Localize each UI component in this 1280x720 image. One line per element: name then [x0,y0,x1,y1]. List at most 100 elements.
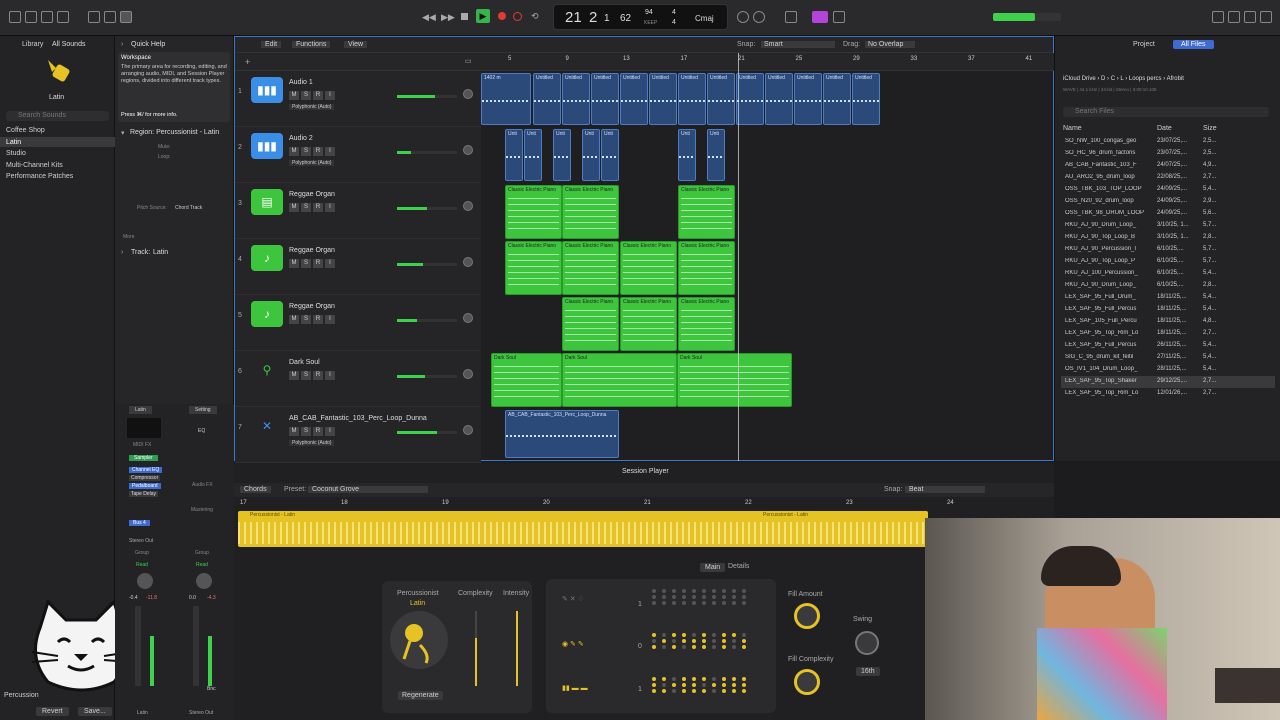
track-name[interactable]: Dark Soul [289,359,320,366]
pattern-step[interactable] [732,645,736,649]
pattern-step[interactable] [662,589,666,593]
strip1-output[interactable]: Stereo Out [129,538,153,544]
mastering-slot[interactable]: Mastering [191,507,213,513]
stop-icon[interactable] [461,13,468,20]
cycle-icon[interactable]: ⟲ [531,11,539,22]
solo-button[interactable]: S [301,371,311,380]
pattern-step[interactable] [702,645,706,649]
library-item-performance-patches[interactable]: Performance Patches [6,173,73,180]
midi-fx-slot[interactable]: MIDI FX [133,442,151,448]
more-toggle[interactable]: More [123,234,134,240]
insert-pedalboard[interactable]: Pedalboard [129,483,161,489]
file-row[interactable]: SO_HC_96_drum_factoris 23/07/25,... 2,5... [1061,148,1275,160]
midi-region[interactable]: Classic Electric Piano [678,185,735,239]
forward-icon[interactable]: ▶▶ [441,12,455,23]
breadcrumb-4[interactable]: Loops percs [1129,76,1162,82]
pattern-row3-grid[interactable] [652,677,750,693]
pattern-step[interactable] [672,677,676,681]
track-flex-mode[interactable]: Polyphonic (Auto) [289,104,335,110]
pattern-step[interactable] [652,689,656,693]
region-chevron-icon[interactable]: ▾ [121,129,125,137]
breadcrumb[interactable]: iCloud Drive › D › C › L › Loops percs ›… [1063,76,1184,82]
fill-amount-knob[interactable] [794,603,820,629]
capture-recording-icon[interactable] [513,12,522,21]
pattern-step[interactable] [682,677,686,681]
track-volume-fader[interactable] [397,375,457,378]
midi-region[interactable]: Dark Soul [491,353,562,407]
audio-region[interactable]: Untitled [591,73,619,125]
input-monitor-button[interactable]: I [325,315,335,324]
file-row[interactable]: LEX_SAF_95_Full_Percus 18/11/25,... 5,4... [1061,304,1275,316]
bounce-button[interactable]: Bnc [207,686,216,692]
tuner-icon[interactable] [737,11,749,23]
pattern-step[interactable] [662,645,666,649]
pattern-step[interactable] [722,677,726,681]
pattern-step[interactable] [722,645,726,649]
file-row[interactable]: OSS_TBK_103_TOP_LOOP 24/09/25,... 5,4... [1061,184,1275,196]
strip2-automation[interactable]: Read [196,562,208,568]
solo-badge-icon[interactable] [812,11,828,23]
tab-details[interactable]: Details [728,563,749,570]
record-enable-button[interactable]: R [313,91,323,100]
midi-region[interactable]: Dark Soul [677,353,792,407]
midi-region[interactable]: Classic Electric Piano [505,241,562,295]
lcd-display[interactable]: 21 2 1 62 94 KEEP 4 4 Cmaj [553,4,728,30]
file-row[interactable]: LEX_SAF_95_Top_Shaker 29/12/25,... 2,7... [1061,376,1275,388]
session-ruler[interactable]: 17 18 19 20 21 22 23 24 [240,499,1050,509]
audio-region[interactable]: Untitled [852,73,880,125]
play-icon[interactable]: ▶ [476,9,490,23]
audio-region[interactable]: Untitled [823,73,851,125]
pattern-step[interactable] [702,683,706,687]
intensity-slider[interactable] [516,611,518,686]
record-enable-button[interactable]: R [313,259,323,268]
audio-region[interactable]: Untitled [736,73,764,125]
pattern-step[interactable] [672,601,676,605]
mute-button[interactable]: M [289,259,299,268]
insert-tape-delay[interactable]: Tape Delay [129,491,159,497]
audio-region[interactable]: Unti [678,129,696,181]
file-row[interactable]: RKU_AJ_90_Top_Loop_P 6/10/25,... 5,7... [1061,256,1275,268]
pattern-step[interactable] [712,645,716,649]
mute-button[interactable]: M [289,91,299,100]
pattern-step[interactable] [742,683,746,687]
loop-browser-icon[interactable] [1244,11,1256,23]
session-snap-select[interactable]: Beat [905,486,985,493]
track-name[interactable]: Reggae Organ [289,191,335,198]
track-header[interactable]: 6 ⚲ Dark Soul MSRI [235,351,481,407]
smart-controls-icon[interactable] [88,11,100,23]
track-pan-knob[interactable] [463,425,473,435]
region-inspector-label[interactable]: Region: Percussionist - Latin [130,129,219,136]
input-monitor-button[interactable]: I [325,203,335,212]
mute-button[interactable]: M [289,371,299,380]
pattern-step[interactable] [712,689,716,693]
audio-region[interactable]: Unti [582,129,600,181]
pattern-step[interactable] [702,689,706,693]
breadcrumb-0[interactable]: iCloud Drive [1063,76,1096,82]
midi-region[interactable]: Classic Electric Piano [562,185,619,239]
pattern-step[interactable] [682,645,686,649]
midi-region[interactable]: Classic Electric Piano [620,241,677,295]
file-row[interactable]: RKU_AJ_90_Drum_Loop_ 6/10/25,... 2,8... [1061,280,1275,292]
pattern-step[interactable] [712,683,716,687]
input-monitor-button[interactable]: I [325,259,335,268]
pattern-row2-grid[interactable] [652,633,750,649]
add-track-icon[interactable]: + [245,57,250,67]
record-enable-button[interactable]: R [313,203,323,212]
library-item-coffee-shop[interactable]: Coffee Shop [6,127,45,134]
file-search-input[interactable]: Search Files [1063,107,1269,117]
pattern-step[interactable] [732,633,736,637]
pattern-step[interactable] [712,589,716,593]
pattern-step[interactable] [702,595,706,599]
col-name[interactable]: Name [1063,125,1082,132]
pattern-step[interactable] [692,683,696,687]
track-volume-fader[interactable] [397,431,457,434]
track-pan-knob[interactable] [463,313,473,323]
midi-region[interactable]: Classic Electric Piano [678,297,735,351]
pattern-step[interactable] [662,601,666,605]
record-enable-button[interactable]: R [313,147,323,156]
solo-button[interactable]: S [301,147,311,156]
pattern-step[interactable] [742,645,746,649]
strip1-eq-display[interactable] [127,418,161,438]
breadcrumb-3[interactable]: L [1120,76,1123,82]
view-menu[interactable]: View [344,41,368,48]
